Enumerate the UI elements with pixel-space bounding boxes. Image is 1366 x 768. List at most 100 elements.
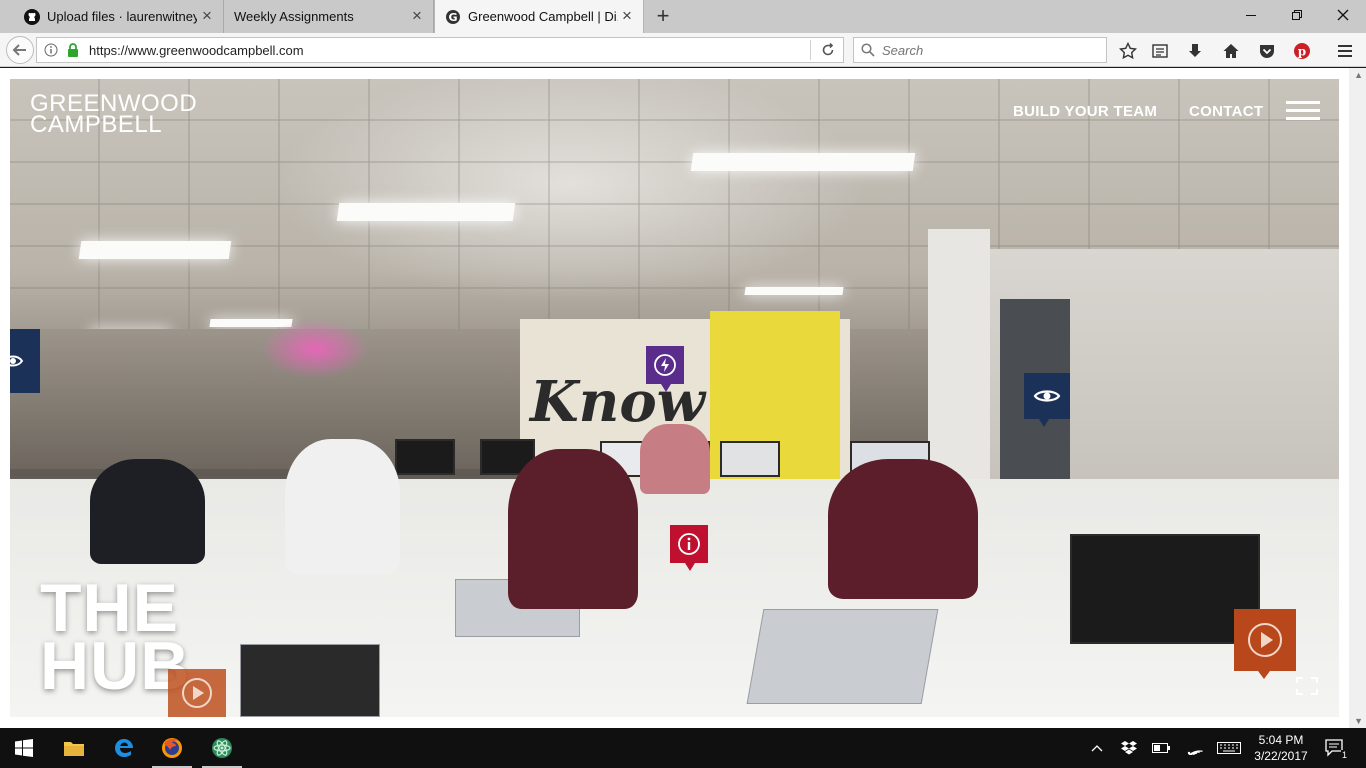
close-tab-icon[interactable]: × bbox=[619, 7, 635, 24]
new-tab-button[interactable]: + bbox=[650, 4, 676, 28]
reload-icon[interactable] bbox=[819, 41, 837, 59]
search-input[interactable] bbox=[882, 42, 1092, 58]
close-tab-icon[interactable]: × bbox=[409, 7, 425, 24]
wifi-icon bbox=[1187, 750, 1203, 755]
svg-text:G: G bbox=[448, 11, 457, 24]
tab-title: Weekly Assignments bbox=[234, 9, 354, 24]
ceiling-light bbox=[690, 153, 916, 171]
ceiling-light bbox=[744, 287, 844, 295]
laptop bbox=[746, 609, 939, 704]
person bbox=[90, 459, 205, 564]
play-video-button[interactable] bbox=[1234, 609, 1296, 679]
folder-icon bbox=[64, 742, 84, 756]
minimize-icon bbox=[1246, 15, 1256, 16]
monitor bbox=[720, 441, 780, 477]
site-logo[interactable]: GREENWOOD CAMPBELL bbox=[30, 92, 197, 138]
back-arrow-icon bbox=[12, 44, 26, 56]
file-explorer-button[interactable] bbox=[50, 728, 98, 768]
person bbox=[640, 424, 710, 494]
view-hotspot[interactable] bbox=[1024, 373, 1070, 427]
dropbox-tray-icon[interactable] bbox=[1118, 738, 1140, 758]
play-icon bbox=[1248, 623, 1282, 657]
restore-button[interactable] bbox=[1274, 0, 1320, 30]
nav-build-your-team[interactable]: BUILD YOUR TEAM bbox=[1013, 103, 1157, 120]
eye-icon bbox=[1033, 390, 1061, 402]
edge-icon bbox=[115, 739, 133, 757]
ceiling-light bbox=[78, 241, 232, 259]
svg-text:p: p bbox=[1298, 45, 1306, 59]
tab-weekly-assignments[interactable]: Weekly Assignments × bbox=[224, 0, 434, 33]
action-center-button[interactable]: 1 bbox=[1322, 738, 1348, 760]
nav-contact[interactable]: CONTACT bbox=[1189, 103, 1263, 120]
fullscreen-icon[interactable] bbox=[1296, 677, 1318, 695]
hero-panorama[interactable]: Know GREENWOOD CAMPBELL BUILD YOUR TEAM … bbox=[10, 79, 1339, 717]
firefox-icon bbox=[162, 738, 182, 758]
ceiling-light bbox=[336, 203, 516, 221]
wifi-tray-icon[interactable] bbox=[1184, 738, 1206, 758]
windows-taskbar: 5:04 PM 3/22/2017 1 bbox=[0, 728, 1366, 768]
atom-icon bbox=[212, 738, 232, 758]
eye-icon bbox=[10, 355, 24, 367]
download-icon[interactable] bbox=[1185, 41, 1205, 61]
info-hotspot[interactable] bbox=[670, 525, 708, 571]
battery-icon bbox=[1152, 743, 1170, 753]
navigation-toolbar: https://www.greenwoodcampbell.com p bbox=[0, 33, 1366, 67]
atom-button[interactable] bbox=[198, 728, 246, 768]
site-menu-button[interactable] bbox=[1286, 101, 1320, 121]
home-icon[interactable] bbox=[1221, 41, 1241, 61]
menu-bar bbox=[1286, 101, 1320, 104]
scroll-down-icon[interactable]: ▼ bbox=[1354, 716, 1363, 726]
tab-title: Greenwood Campbell | Di... bbox=[468, 9, 618, 24]
person bbox=[285, 439, 400, 574]
notification-count: 1 bbox=[1340, 750, 1348, 760]
tab-strip: Upload files · laurenwitney... × Weekly … bbox=[0, 0, 1366, 33]
search-bar[interactable] bbox=[853, 37, 1107, 63]
dropbox-icon bbox=[1121, 741, 1137, 755]
keyboard-icon bbox=[1217, 742, 1241, 754]
play-icon bbox=[182, 678, 212, 708]
person bbox=[828, 459, 978, 599]
firefox-button[interactable] bbox=[148, 728, 196, 768]
info-icon[interactable] bbox=[43, 42, 59, 58]
lock-icon bbox=[65, 42, 81, 58]
windows-icon bbox=[15, 739, 33, 757]
bookmark-star-icon[interactable] bbox=[1118, 41, 1138, 61]
play-video-button-small[interactable] bbox=[168, 669, 226, 717]
page-scrollbar[interactable]: ▲ ▼ bbox=[1349, 68, 1366, 728]
menu-bar bbox=[1286, 109, 1320, 112]
start-button[interactable] bbox=[0, 728, 48, 768]
pinterest-icon[interactable]: p bbox=[1292, 41, 1312, 61]
neon-light bbox=[260, 319, 370, 379]
back-button[interactable] bbox=[6, 36, 34, 64]
close-icon bbox=[1337, 9, 1349, 21]
battery-tray-icon[interactable] bbox=[1150, 738, 1172, 758]
taskbar-clock[interactable]: 5:04 PM 3/22/2017 bbox=[1248, 732, 1314, 764]
tab-greenwood-campbell[interactable]: G Greenwood Campbell | Di... × bbox=[434, 0, 644, 33]
monitor bbox=[395, 439, 455, 475]
logo-line: CAMPBELL bbox=[30, 111, 163, 138]
side-view-hotspot[interactable] bbox=[10, 329, 40, 393]
keyboard-tray-icon[interactable] bbox=[1216, 738, 1242, 758]
show-hidden-icons-button[interactable] bbox=[1086, 738, 1108, 758]
reading-list-icon[interactable] bbox=[1150, 41, 1170, 61]
menu-bar bbox=[1286, 117, 1320, 120]
person bbox=[508, 449, 638, 609]
clock-time: 5:04 PM bbox=[1258, 733, 1304, 747]
scroll-up-icon[interactable]: ▲ bbox=[1354, 70, 1363, 80]
laptop bbox=[240, 644, 380, 717]
close-tab-icon[interactable]: × bbox=[199, 7, 215, 24]
lightning-hotspot[interactable] bbox=[646, 346, 684, 392]
tab-upload-files[interactable]: Upload files · laurenwitney... × bbox=[14, 0, 224, 33]
edge-button[interactable] bbox=[100, 728, 148, 768]
clock-date: 3/22/2017 bbox=[1254, 749, 1308, 763]
url-bar[interactable]: https://www.greenwoodcampbell.com bbox=[36, 37, 844, 63]
greenwood-g-icon: G bbox=[445, 9, 461, 25]
minimize-button[interactable] bbox=[1228, 0, 1274, 30]
chevron-up-icon bbox=[1091, 745, 1103, 752]
info-circle-icon bbox=[678, 533, 700, 555]
page-viewport: Know GREENWOOD CAMPBELL BUILD YOUR TEAM … bbox=[0, 68, 1366, 728]
menu-icon[interactable] bbox=[1335, 41, 1355, 61]
url-text: https://www.greenwoodcampbell.com bbox=[89, 42, 304, 58]
pocket-icon[interactable] bbox=[1257, 41, 1277, 61]
close-window-button[interactable] bbox=[1320, 0, 1366, 30]
